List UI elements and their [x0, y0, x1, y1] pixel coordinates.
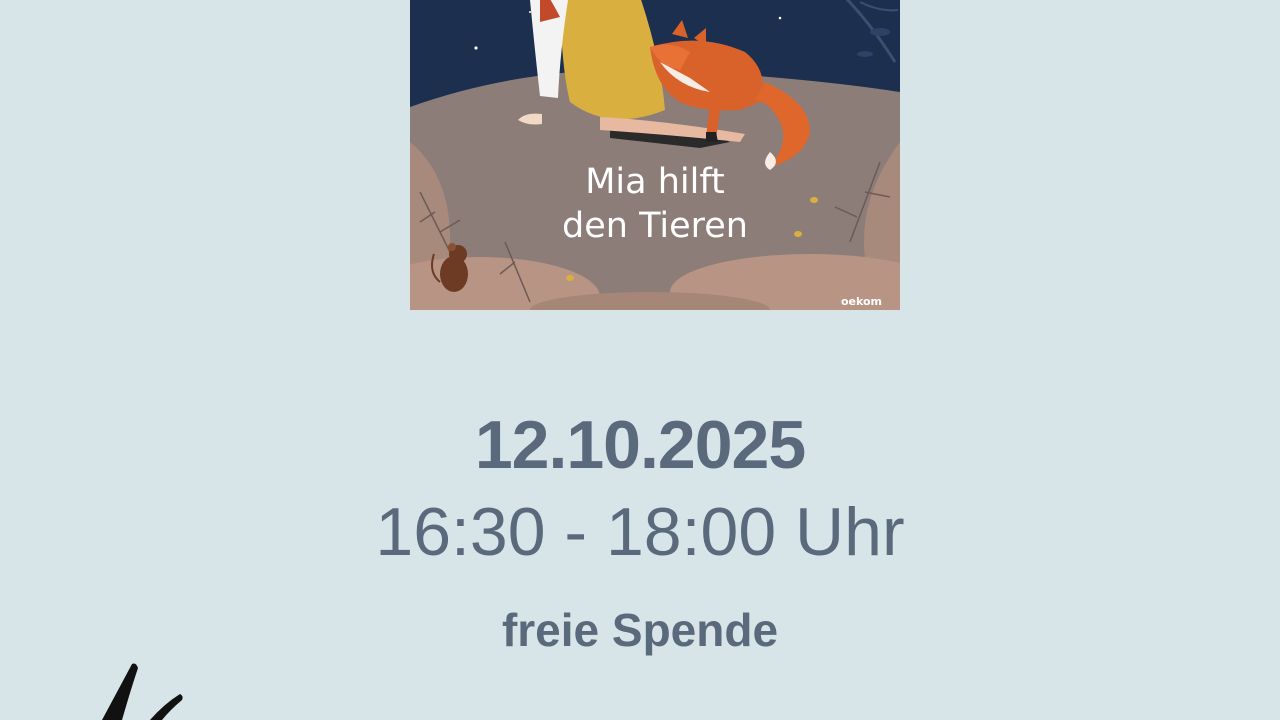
book-title-line1: Mia hilft: [585, 162, 725, 202]
book-title-line2: den Tieren: [562, 206, 748, 246]
cover-illustration: [410, 0, 900, 310]
book-title: Mia hilft den Tieren: [410, 160, 900, 248]
publisher-name: oekom: [840, 295, 882, 308]
publisher-logo: oekom: [841, 295, 882, 308]
brush-stroke-decoration: [102, 663, 183, 720]
book-cover: Mia hilft den Tieren oekom: [410, 0, 900, 310]
event-price: freie Spende: [501, 604, 779, 656]
event-date: 12.10.2025: [474, 407, 806, 483]
event-time: 16:30 - 18:00 Uhr: [375, 494, 905, 570]
